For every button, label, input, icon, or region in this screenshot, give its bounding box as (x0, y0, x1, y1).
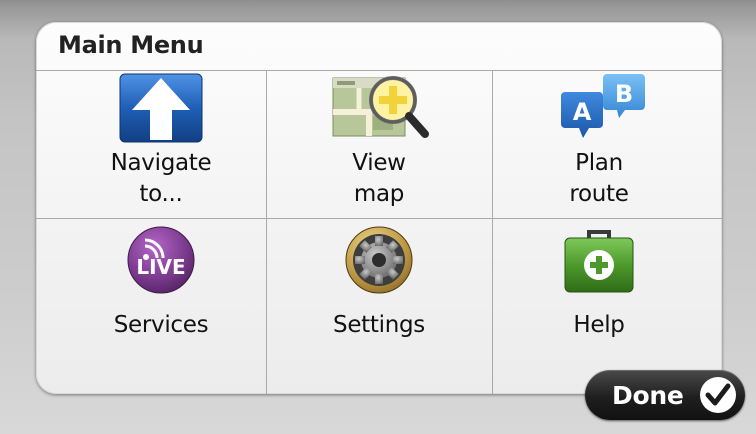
view-map-button[interactable]: View map (282, 72, 476, 210)
view-map-magnifier-icon (332, 76, 429, 138)
page-title: Main Menu (58, 31, 204, 59)
grid-divider (492, 70, 493, 394)
grid-divider (266, 70, 267, 394)
tile-label: Help (573, 312, 625, 338)
plan-route-ab-icon: B A (561, 74, 645, 138)
svg-text:B: B (615, 80, 633, 108)
done-button[interactable]: Done (585, 370, 745, 420)
svg-text:A: A (573, 98, 592, 126)
navigate-arrow-icon (119, 73, 203, 143)
plan-route-button[interactable]: B A Plan route (502, 72, 696, 210)
live-services-icon: LIVE (127, 226, 195, 294)
tile-label: Settings (333, 312, 425, 338)
navigate-to-button[interactable]: Navigate to... (66, 72, 256, 210)
main-menu-panel: Main Menu Navigate to... View map B A Pl… (36, 22, 722, 394)
tile-label: Navigate to... (110, 150, 212, 207)
help-button[interactable]: Help (502, 224, 696, 341)
services-button[interactable]: LIVE Services (66, 224, 256, 341)
settings-button[interactable]: Settings (282, 224, 476, 341)
grid-divider (36, 70, 722, 71)
grid-divider (36, 218, 722, 219)
svg-text:LIVE: LIVE (136, 255, 185, 279)
tile-label: View map (352, 150, 406, 207)
checkmark-icon (700, 377, 736, 413)
help-first-aid-kit-icon (564, 230, 634, 293)
settings-gear-icon (345, 226, 413, 294)
tile-label: Plan route (569, 150, 629, 207)
tile-label: Services (113, 312, 209, 338)
done-button-label: Done (612, 380, 684, 410)
